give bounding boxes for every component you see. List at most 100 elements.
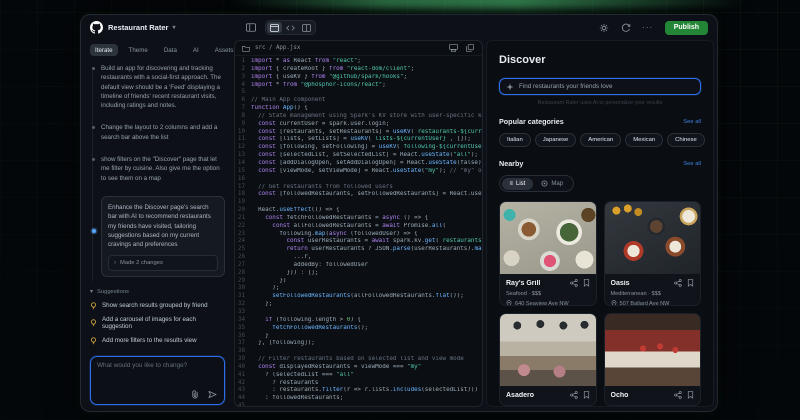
app-title-dropdown[interactable]: Restaurant Rater ▾ [108, 23, 175, 32]
restaurant-photo [500, 314, 596, 386]
category-chip-japanese[interactable]: Japanese [535, 133, 577, 147]
see-all-link[interactable]: See all [683, 119, 701, 125]
suggestion-item[interactable]: Show search results grouped by friend [90, 302, 225, 310]
code-line: 10 const [restaurants, setRestaurants] =… [235, 129, 482, 137]
bookmark-icon[interactable] [687, 279, 694, 287]
share-icon[interactable] [674, 279, 682, 287]
restaurant-card[interactable]: Ray's Grill Seafood · $$$ 640 Seaview Av… [499, 201, 597, 306]
category-chip-american[interactable]: American [580, 133, 621, 147]
chat-input-box [90, 356, 225, 405]
tab-iterate[interactable]: Iterate [90, 44, 118, 56]
bookmark-icon[interactable] [687, 391, 694, 399]
editor-header-icons [448, 43, 475, 53]
bookmark-icon[interactable] [583, 279, 590, 287]
restaurant-search-input[interactable] [519, 83, 694, 90]
code-line: 4import * from "@phosphor-icons/react"; [235, 82, 482, 90]
restaurant-card[interactable]: Oasis Mediterranean · $$$ 507 Ballard Av… [604, 201, 702, 306]
line-number: 13 [235, 152, 251, 160]
suggestions-section: ▾ Suggestions Show search results groupe… [90, 289, 225, 352]
made-changes-button[interactable]: › Made 2 changes [108, 255, 218, 271]
code-line: 29 }) [235, 278, 482, 286]
code-line: 1import * as React from "react"; [235, 58, 482, 66]
chevron-down-icon: ▾ [90, 289, 93, 295]
made-changes-label: Made 2 changes [120, 260, 163, 266]
list-view-toggle[interactable]: ≡ List [502, 178, 534, 190]
line-number: 19 [235, 199, 251, 207]
line-number: 36 [235, 333, 251, 341]
copy-icon-button[interactable] [465, 43, 475, 53]
line-number: 15 [235, 168, 251, 176]
share-icon[interactable] [674, 391, 682, 399]
restaurant-address-row: 640 Seaview Ave NW [506, 300, 590, 306]
github-logo-icon [90, 21, 103, 34]
restaurant-card[interactable]: Asadero [499, 313, 597, 406]
window-topbar: Restaurant Rater ▾ ··· [81, 15, 717, 40]
code-view-button[interactable] [283, 22, 298, 33]
editor-header: src / App.jsx [235, 41, 482, 56]
suggestion-label: Show search results grouped by friend [102, 302, 208, 309]
code-line: 13 const [selectedList, setSelectedList]… [235, 152, 482, 160]
line-number: 4 [235, 82, 251, 90]
list-map-toggle: ≡ List Map [499, 175, 574, 192]
line-number: 22 [235, 223, 251, 231]
line-number: 40 [235, 364, 251, 372]
attach-icon-button[interactable] [190, 389, 200, 399]
category-chips: ItalianJapaneseAmericanMexicanChinese [499, 133, 701, 147]
bookmark-icon[interactable] [583, 391, 590, 399]
code-line: 22 const allFollowedRestaurants = await … [235, 223, 482, 231]
refresh-icon-button[interactable] [618, 21, 634, 34]
share-icon[interactable] [570, 391, 578, 399]
line-number: 43 [235, 387, 251, 395]
share-icon[interactable] [570, 279, 578, 287]
settings-gear-icon-button[interactable] [596, 21, 612, 34]
line-number: 14 [235, 160, 251, 168]
line-number: 20 [235, 207, 251, 215]
chat-input[interactable] [97, 362, 218, 390]
chat-message: show filters on the "Discover" page that… [101, 155, 225, 183]
lightbulb-icon [90, 319, 97, 327]
suggestion-item[interactable]: Add a carousel of images for each sugges… [90, 316, 225, 330]
code-line: 30 ); [235, 285, 482, 293]
diff-icon-button[interactable] [448, 43, 458, 53]
file-breadcrumb: src / App.jsx [255, 45, 300, 51]
restaurant-photo [605, 314, 701, 386]
more-options-button[interactable]: ··· [640, 21, 656, 34]
tab-ai[interactable]: AI [188, 44, 204, 56]
see-all-link[interactable]: See all [683, 161, 701, 167]
publish-button[interactable]: Publish [665, 21, 708, 35]
preview-view-button[interactable] [267, 22, 282, 33]
map-pin-icon [541, 180, 548, 187]
restaurant-address-row: 507 Ballard Ave NW [611, 300, 695, 306]
line-number: 23 [235, 231, 251, 239]
line-number: 32 [235, 301, 251, 309]
code-line: 17 // Get restaurants from followed user… [235, 184, 482, 192]
category-chip-mexican[interactable]: Mexican [625, 133, 663, 147]
card-body: Ray's Grill Seafood · $$$ 640 Seaview Av… [500, 274, 596, 306]
category-chip-chinese[interactable]: Chinese [667, 133, 705, 147]
category-chip-italian[interactable]: Italian [499, 133, 531, 147]
suggestion-label: Add a carousel of images for each sugges… [102, 316, 225, 330]
ellipsis-icon: ··· [642, 23, 653, 32]
restaurant-card[interactable]: Ocho [604, 313, 702, 406]
sparkle-icon [506, 83, 514, 91]
tab-theme[interactable]: Theme [124, 44, 153, 56]
code-line: 43 : restaurants.filter(r => r.lists.inc… [235, 387, 482, 395]
sidebar-toggle-button[interactable] [243, 21, 259, 34]
split-view-button[interactable] [299, 22, 314, 33]
restaurant-photo [500, 202, 596, 274]
section-header-categories: Popular categories See all [499, 117, 701, 126]
suggestion-item[interactable]: Add more filters to the results view [90, 337, 225, 345]
card-body: Asadero [500, 386, 596, 405]
restaurant-name: Asadero [506, 392, 565, 399]
code-area[interactable]: 1import * as React from "react";2import … [235, 56, 482, 406]
map-view-toggle[interactable]: Map [533, 178, 571, 190]
code-line: 21 const fetchFollowedRestaurants = asyn… [235, 215, 482, 223]
send-icon-button[interactable] [207, 389, 217, 399]
code-line: 7function App() { [235, 105, 482, 113]
line-number: 28 [235, 270, 251, 278]
code-line: 45 [235, 403, 482, 406]
suggestions-header[interactable]: ▾ Suggestions [90, 289, 129, 295]
tab-data[interactable]: Data [159, 44, 182, 56]
section-header-nearby: Nearby See all [499, 159, 701, 168]
line-number: 35 [235, 325, 251, 333]
